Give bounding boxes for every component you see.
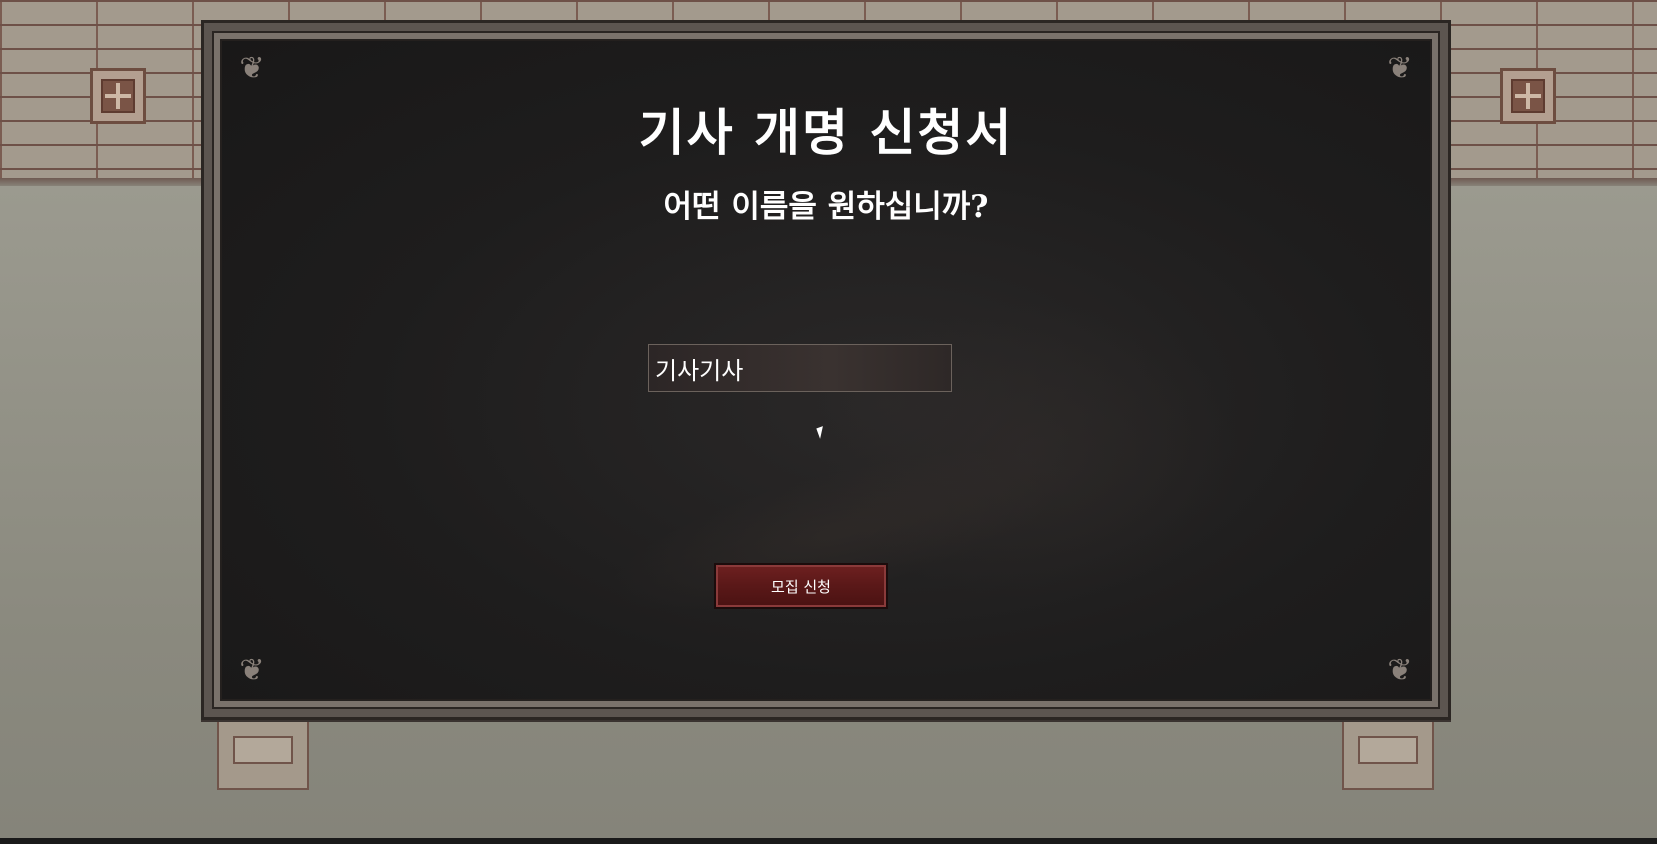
right-pedestal [1342,720,1434,790]
corner-ornament-icon: ❦ [239,653,265,688]
dialog-title: 기사 개명 신청서 [638,103,1014,162]
castle-window-icon [101,79,135,113]
left-pedestal [217,720,309,790]
corner-ornament-icon: ❦ [1387,51,1413,86]
left-pedestal-inset [233,736,293,764]
corner-ornament-icon: ❦ [239,51,265,86]
corner-ornament-icon: ❦ [1387,653,1413,688]
right-pedestal-inset [1358,736,1418,764]
dialog-frame: ❦ ❦ ❦ ❦ 기사 개명 신청서 어떤 이름을 원하십니까? 모집 신청 [212,31,1440,709]
rename-dialog: ❦ ❦ ❦ ❦ 기사 개명 신청서 어떤 이름을 원하십니까? 모집 신청 [201,20,1451,720]
left-window [90,68,146,124]
knight-name-input[interactable] [648,344,952,392]
dialog-subtitle: 어떤 이름을 원하십니까? [663,189,989,225]
submit-button[interactable]: 모집 신청 [714,563,888,609]
dialog-content: ❦ ❦ ❦ ❦ 기사 개명 신청서 어떤 이름을 원하십니까? 모집 신청 [220,39,1432,701]
right-window [1500,68,1556,124]
castle-window-icon [1511,79,1545,113]
bottom-bar [0,838,1657,844]
